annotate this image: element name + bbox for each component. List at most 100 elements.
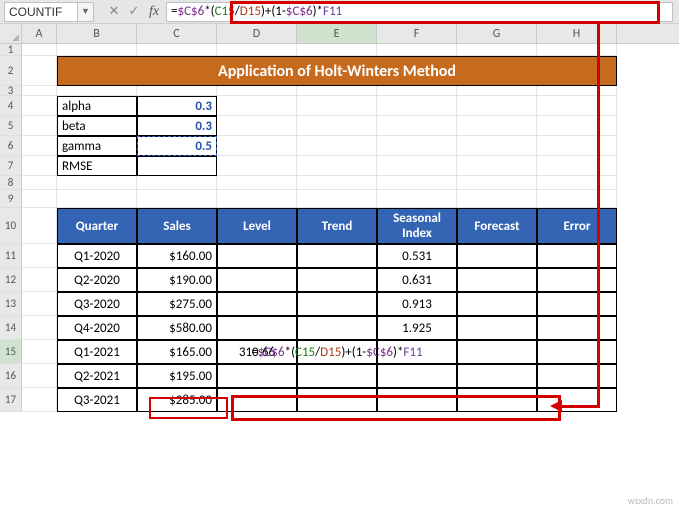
- table-cell[interactable]: [297, 292, 377, 316]
- table-cell[interactable]: $165.00: [137, 340, 217, 364]
- row-header[interactable]: 3: [0, 86, 22, 96]
- row-header[interactable]: 14: [0, 316, 22, 340]
- col-header[interactable]: C: [137, 24, 217, 43]
- annotation-arrow: [597, 24, 600, 408]
- table-cell[interactable]: [457, 292, 537, 316]
- row-header[interactable]: 2: [0, 56, 22, 86]
- table-cell[interactable]: [457, 340, 537, 364]
- table-cell[interactable]: [537, 268, 617, 292]
- table-cell[interactable]: 1.925: [377, 316, 457, 340]
- confirm-icon[interactable]: ✓: [124, 1, 144, 23]
- row-header[interactable]: 17: [0, 388, 22, 412]
- row-header[interactable]: 12: [0, 268, 22, 292]
- param-value[interactable]: [137, 156, 217, 176]
- th-level: Level: [217, 208, 297, 244]
- col-header[interactable]: D: [217, 24, 297, 43]
- annotation-arrow-head: [550, 400, 562, 412]
- param-label[interactable]: RMSE: [57, 156, 137, 176]
- watermark: wsxdn.com: [628, 494, 673, 507]
- param-value[interactable]: 0.3: [137, 96, 217, 116]
- param-label[interactable]: gamma: [57, 136, 137, 156]
- table-cell[interactable]: Q2-2021: [57, 364, 137, 388]
- formula-bar[interactable]: =$C$6*(C15/D15)+(1-$C$6)*F11: [166, 2, 673, 22]
- table-cell[interactable]: [537, 340, 617, 364]
- table-cell[interactable]: [297, 364, 377, 388]
- row-header[interactable]: 10: [0, 208, 22, 244]
- table-cell[interactable]: [297, 316, 377, 340]
- table-cell[interactable]: [297, 244, 377, 268]
- table-cell[interactable]: [537, 364, 617, 388]
- th-trend: Trend: [297, 208, 377, 244]
- col-header[interactable]: H: [537, 24, 617, 43]
- th-error: Error: [537, 208, 617, 244]
- worksheet-grid[interactable]: A B C D E F G H 1 2 Application of Holt-…: [0, 24, 679, 511]
- table-cell[interactable]: [217, 244, 297, 268]
- col-header[interactable]: A: [22, 24, 57, 43]
- col-header[interactable]: G: [457, 24, 537, 43]
- table-cell[interactable]: Q3-2020: [57, 292, 137, 316]
- row-header[interactable]: 15: [0, 340, 22, 364]
- table-cell[interactable]: 0.531: [377, 244, 457, 268]
- cancel-icon[interactable]: ✕: [104, 1, 124, 23]
- param-label[interactable]: beta: [57, 116, 137, 136]
- table-cell[interactable]: [537, 244, 617, 268]
- table-cell[interactable]: Q1-2020: [57, 244, 137, 268]
- table-cell[interactable]: [217, 292, 297, 316]
- table-cell[interactable]: [377, 340, 457, 364]
- page-title: Application of Holt-Winters Method: [57, 56, 617, 86]
- table-cell[interactable]: $580.00: [137, 316, 217, 340]
- table-cell[interactable]: 0.913: [377, 292, 457, 316]
- table-cell[interactable]: Q2-2020: [57, 268, 137, 292]
- row-header[interactable]: 8: [0, 176, 22, 190]
- row-header[interactable]: 4: [0, 96, 22, 116]
- th-forecast: Forecast: [457, 208, 537, 244]
- table-cell[interactable]: $285.00: [137, 388, 217, 412]
- row-header[interactable]: 5: [0, 116, 22, 136]
- row-header[interactable]: 1: [0, 44, 22, 56]
- table-cell[interactable]: $190.00: [137, 268, 217, 292]
- row-header[interactable]: 11: [0, 244, 22, 268]
- table-cell[interactable]: Q1-2021: [57, 340, 137, 364]
- col-header[interactable]: E: [297, 24, 377, 43]
- col-header[interactable]: F: [377, 24, 457, 43]
- table-cell[interactable]: [457, 364, 537, 388]
- table-cell[interactable]: [457, 316, 537, 340]
- select-all-corner[interactable]: [0, 24, 22, 43]
- table-cell[interactable]: [297, 388, 377, 412]
- table-cell[interactable]: [297, 268, 377, 292]
- table-cell[interactable]: [217, 364, 297, 388]
- table-cell[interactable]: [377, 364, 457, 388]
- table-cell[interactable]: [217, 268, 297, 292]
- table-cell[interactable]: $275.00: [137, 292, 217, 316]
- table-cell[interactable]: Q3-2021: [57, 388, 137, 412]
- table-cell[interactable]: [537, 316, 617, 340]
- row-header[interactable]: 13: [0, 292, 22, 316]
- table-cell[interactable]: [537, 388, 617, 412]
- param-label[interactable]: alpha: [57, 96, 137, 116]
- th-quarter: Quarter: [57, 208, 137, 244]
- table-cell[interactable]: [457, 268, 537, 292]
- fx-icon[interactable]: fx: [144, 1, 164, 23]
- table-cell[interactable]: 0.631: [377, 268, 457, 292]
- table-cell[interactable]: [457, 388, 537, 412]
- table-cell[interactable]: [217, 388, 297, 412]
- name-box-dropdown[interactable]: ▼: [78, 2, 94, 22]
- row-header[interactable]: 6: [0, 136, 22, 156]
- param-value[interactable]: 0.3: [137, 116, 217, 136]
- table-cell[interactable]: $195.00: [137, 364, 217, 388]
- row-header[interactable]: 16: [0, 364, 22, 388]
- th-sales: Sales: [137, 208, 217, 244]
- row-header[interactable]: 9: [0, 190, 22, 208]
- param-value[interactable]: 0.5: [137, 136, 217, 156]
- row-header[interactable]: 7: [0, 156, 22, 176]
- col-header[interactable]: B: [57, 24, 137, 43]
- name-box[interactable]: [4, 2, 78, 22]
- table-cell[interactable]: [217, 316, 297, 340]
- table-cell[interactable]: [457, 244, 537, 268]
- active-cell[interactable]: =$C$6*(C15/D15)+(1-$C$6)*F11: [297, 340, 377, 364]
- th-seasonal: Seasonal Index: [377, 208, 457, 244]
- table-cell[interactable]: [537, 292, 617, 316]
- table-cell[interactable]: $160.00: [137, 244, 217, 268]
- table-cell[interactable]: Q4-2020: [57, 316, 137, 340]
- table-cell[interactable]: [377, 388, 457, 412]
